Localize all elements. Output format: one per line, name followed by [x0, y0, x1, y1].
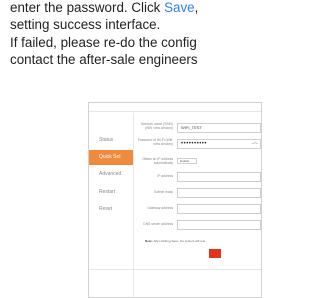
ssid-input[interactable]: WIFI_TEST: [177, 123, 261, 133]
instruction-line-2: setting success interface.: [10, 17, 161, 32]
footer-divider: [89, 269, 261, 270]
sidebar-item-reset[interactable]: Reset: [89, 202, 133, 217]
router-config-screenshot: Status Quick Set Advanced Restart Reset …: [88, 102, 262, 298]
ip-input[interactable]: [177, 172, 261, 182]
instruction-text: enter the password. Click: [10, 0, 165, 15]
gateway-label: Gateway address: [147, 206, 173, 210]
eye-icon[interactable]: [252, 142, 258, 146]
instruction-line-1: enter the password. Click Save,: [10, 0, 198, 16]
quick-set-form: Network name (SSID) (Wifi: view window) …: [89, 113, 261, 297]
password-row: Password of Wi-Fi (Wifi: view window) ••…: [135, 138, 261, 151]
gateway-row: Gateway address: [135, 204, 261, 216]
password-label: Password of Wi-Fi (Wifi: view window): [137, 138, 173, 146]
save-note: Note: After clicking Save, the system wi…: [145, 239, 205, 243]
save-button[interactable]: [209, 249, 221, 258]
obtain-ip-label: Obtain an IP address automatically: [142, 157, 173, 165]
dns-input[interactable]: [177, 220, 261, 230]
sidebar-item-restart[interactable]: Restart: [89, 185, 133, 200]
instruction-line-3: If failed, please re-do the config: [10, 35, 197, 50]
instruction-text: ,: [194, 0, 199, 15]
save-link[interactable]: Save: [164, 0, 195, 15]
instruction-line-4: contact the after-sale engineers: [10, 52, 198, 67]
ip-label: IP address: [157, 174, 173, 178]
note-text: After clicking Save, the system will res…: [153, 239, 206, 243]
obtain-ip-row: Obtain an IP address automatically Enabl…: [135, 157, 261, 170]
subnet-input[interactable]: [177, 188, 261, 198]
obtain-ip-select[interactable]: Enable: [177, 158, 197, 164]
sidebar-item-status[interactable]: Status: [89, 133, 133, 148]
dns-label: DNS server address: [143, 222, 173, 226]
sidebar-item-quick-set[interactable]: Quick Set: [89, 150, 133, 165]
ssid-row: Network name (SSID) (Wifi: view window) …: [135, 122, 261, 135]
header-divider: [89, 111, 261, 112]
password-input[interactable]: ••••••••••: [177, 139, 261, 149]
ssid-label: Network name (SSID) (Wifi: view window): [140, 122, 173, 130]
gateway-input[interactable]: [177, 204, 261, 214]
ip-row: IP address: [135, 172, 261, 184]
subnet-row: Subnet mask: [135, 188, 261, 200]
dns-row: DNS server address: [135, 220, 261, 232]
subnet-label: Subnet mask: [153, 190, 173, 194]
sidebar-item-advanced[interactable]: Advanced: [89, 167, 133, 182]
note-prefix: Note:: [145, 239, 154, 243]
password-value: ••••••••••: [181, 141, 208, 147]
